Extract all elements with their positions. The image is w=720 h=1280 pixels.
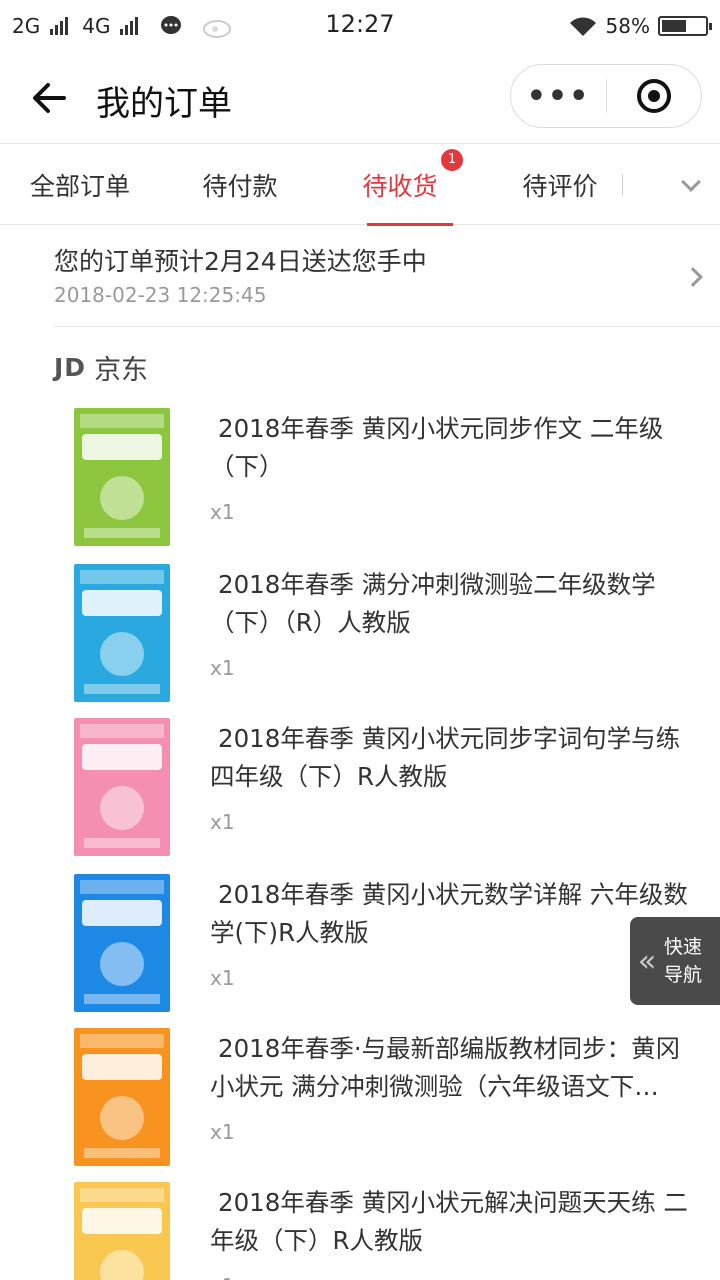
quick-nav-button[interactable]: « 快速 导航	[630, 917, 720, 1005]
mini-program-capsule: •••	[510, 64, 702, 128]
item-title: 2018年春季 黄冈小状元数学详解 六年级数学(下)R人教版	[210, 880, 688, 947]
nav-header: 我的订单 •••	[0, 52, 720, 144]
item-quantity: x1	[210, 1274, 235, 1280]
item-quantity: x1	[210, 656, 235, 680]
back-arrow-icon[interactable]	[28, 78, 68, 118]
status-bar: 2G 4G 12:27 58%	[0, 0, 720, 52]
store-name: 京东	[94, 355, 149, 386]
book-cover-image	[74, 874, 170, 1012]
carrier-2g: 2G	[12, 14, 41, 38]
tab-label: 待收货	[362, 171, 438, 201]
item-title: 2018年春季 满分冲刺微测验二年级数学（下）（R）人教版	[210, 570, 656, 637]
book-cover-image	[74, 408, 170, 546]
delivery-notice[interactable]: 您的订单预计2月24日送达您手中 2018-02-23 12:25:45	[54, 226, 720, 327]
quick-nav-label: 导航	[664, 964, 703, 986]
tab-label: 全部订单	[29, 171, 130, 201]
carrier-4g: 4G	[82, 14, 111, 38]
tab-pending-receipt[interactable]: 待收货 1	[320, 145, 480, 226]
count-badge: 1	[441, 148, 463, 171]
delivery-timestamp: 2018-02-23 12:25:45	[54, 283, 267, 307]
tab-pending-payment[interactable]: 待付款	[160, 145, 320, 225]
order-item[interactable]: 2018年春季 满分冲刺微测验二年级数学（下）（R）人教版 x1	[0, 564, 720, 720]
store-header[interactable]: JD 京东	[54, 348, 148, 387]
page-title: 我的订单	[96, 84, 232, 124]
double-chevron-left-icon: «	[637, 943, 657, 979]
item-title: 2018年春季·与最新部编版教材同步：黄冈小状元 满分冲刺微测验（六年级语文下…	[210, 1034, 681, 1101]
item-title: 2018年春季 黄冈小状元同步字词句学与练 四年级（下）R人教版	[210, 724, 681, 791]
more-button[interactable]: •••	[511, 65, 606, 127]
order-tabs: 全部订单 待付款 待收货 1 待评价	[0, 145, 720, 226]
wifi-icon	[569, 17, 596, 36]
item-quantity: x1	[210, 500, 235, 524]
order-item[interactable]: 2018年春季·与最新部编版教材同步：黄冈小状元 满分冲刺微测验（六年级语文下……	[0, 1028, 720, 1184]
book-cover-image	[74, 564, 170, 702]
tab-label: 待评价	[522, 171, 598, 201]
signal-icon	[50, 17, 69, 35]
order-item[interactable]: 2018年春季 黄冈小状元同步作文 二年级（下） x1	[0, 408, 720, 564]
book-cover-image	[74, 1028, 170, 1166]
item-quantity: x1	[210, 1120, 235, 1144]
order-item[interactable]: 2018年春季 黄冈小状元同步字词句学与练 四年级（下）R人教版 x1	[0, 718, 720, 874]
battery-percent: 58%	[605, 14, 650, 38]
delivery-message: 您的订单预计2月24日送达您手中	[54, 247, 427, 276]
chat-icon	[161, 16, 182, 34]
item-quantity: x1	[210, 966, 235, 990]
close-button[interactable]	[607, 65, 701, 127]
book-cover-image	[74, 1182, 170, 1280]
signal-icon	[120, 17, 139, 35]
book-cover-image	[74, 718, 170, 856]
quick-nav-label: 快速	[664, 936, 703, 958]
tab-all-orders[interactable]: 全部订单	[0, 145, 160, 225]
signal-area: 2G 4G	[12, 14, 236, 38]
weibo-icon	[203, 20, 232, 38]
item-title: 2018年春季 黄冈小状元解决问题天天练 二年级（下）R人教版	[210, 1188, 688, 1255]
battery-icon	[658, 16, 712, 36]
chevron-right-icon	[683, 267, 703, 287]
jd-logo: JD	[54, 353, 87, 382]
item-quantity: x1	[210, 810, 235, 834]
tab-pending-review[interactable]: 待评价	[480, 145, 640, 225]
tabs-expand-button[interactable]	[662, 145, 720, 225]
tab-label: 待付款	[202, 171, 278, 201]
close-target-icon	[637, 79, 671, 113]
item-title: 2018年春季 黄冈小状元同步作文 二年级（下）	[210, 414, 664, 481]
order-item[interactable]: 2018年春季 黄冈小状元数学详解 六年级数学(下)R人教版 x1	[0, 874, 720, 1030]
order-item[interactable]: 2018年春季 黄冈小状元解决问题天天练 二年级（下）R人教版 x1	[0, 1182, 720, 1280]
chevron-down-icon	[681, 171, 701, 192]
